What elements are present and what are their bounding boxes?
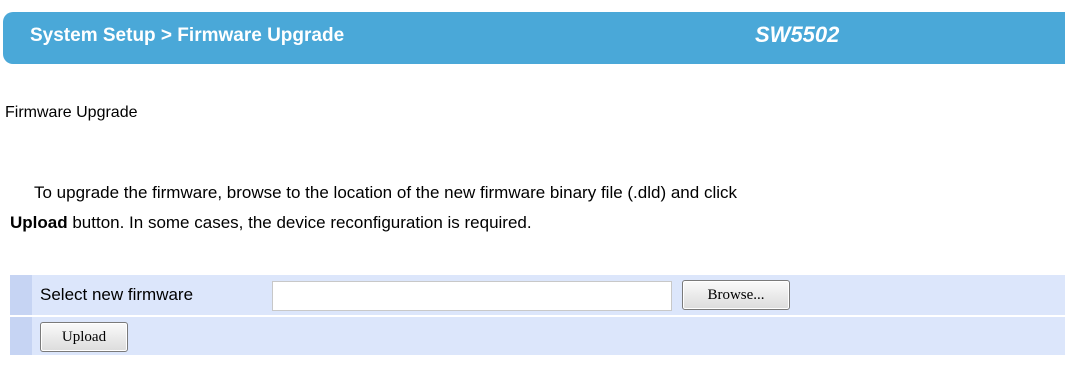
firmware-file-input[interactable] — [272, 281, 672, 311]
description-bold-upload: Upload — [10, 213, 68, 232]
breadcrumb: System Setup > Firmware Upgrade — [30, 25, 345, 46]
description-line-1: To upgrade the firmware, browse to the l… — [34, 183, 737, 202]
header-bar: System Setup > Firmware Upgrade SW5502 — [3, 12, 1065, 64]
browse-button[interactable]: Browse... — [682, 280, 790, 310]
row-marker — [10, 275, 32, 315]
select-firmware-row: Select new firmware Browse... — [10, 275, 1065, 315]
firmware-upgrade-page: System Setup > Firmware Upgrade SW5502 F… — [0, 0, 1065, 378]
row-marker — [10, 317, 32, 355]
section-title: Firmware Upgrade — [5, 104, 138, 121]
description-line-2-text: button. In some cases, the device reconf… — [67, 213, 532, 232]
upload-button[interactable]: Upload — [40, 322, 128, 352]
select-firmware-label: Select new firmware — [40, 285, 194, 304]
upgrade-form: Select new firmware Browse... Upload — [10, 275, 1065, 355]
description-line-2: Upload button. In some cases, the device… — [10, 208, 1060, 238]
description-text: To upgrade the firmware, browse to the l… — [10, 178, 1060, 238]
upload-row: Upload — [10, 315, 1065, 355]
device-model: SW5502 — [755, 22, 840, 47]
